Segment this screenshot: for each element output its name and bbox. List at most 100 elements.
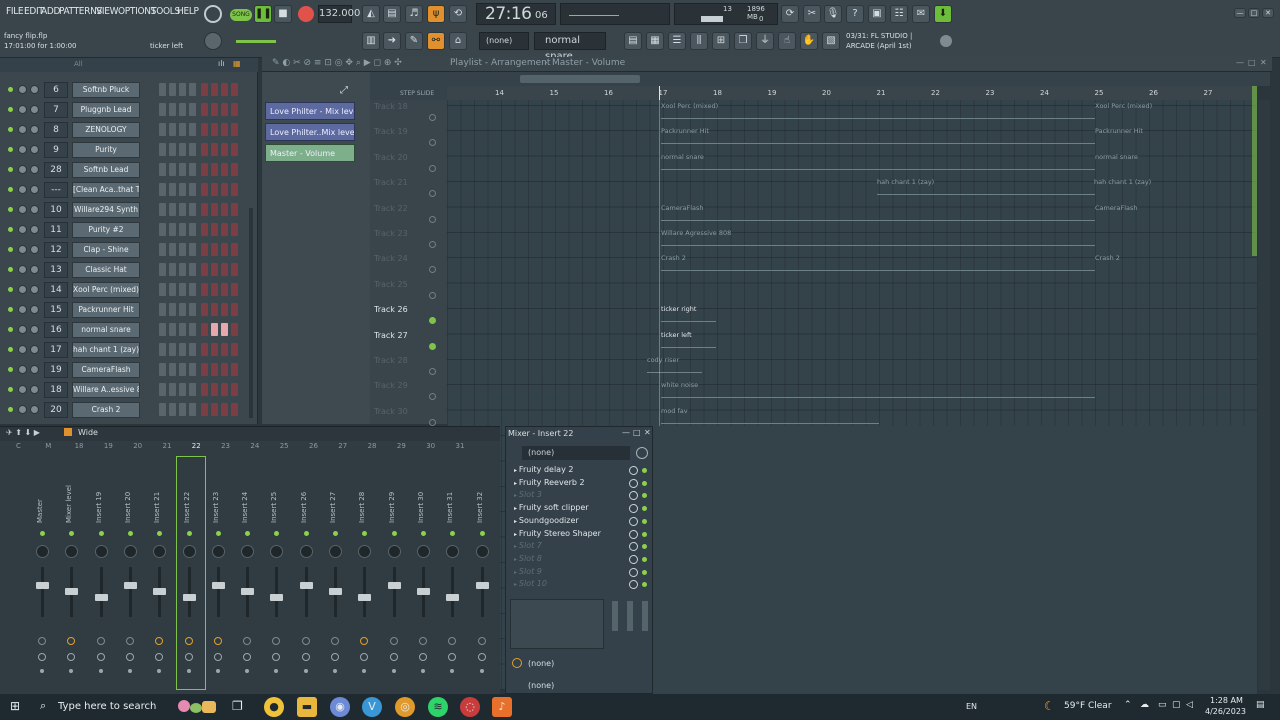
picker-item-3[interactable]: Master - Volume [265, 144, 355, 162]
sample-selector[interactable]: normal snare [534, 32, 606, 62]
effect-enable-led[interactable] [642, 544, 647, 550]
clock-date[interactable]: 4/26/2023 [1205, 707, 1246, 716]
channel-mixer-track[interactable]: 15 [44, 302, 68, 318]
effect-enable-led[interactable] [642, 506, 647, 512]
volume-icon[interactable]: ◁ [1186, 700, 1193, 710]
step-button[interactable] [179, 343, 186, 356]
channel-name-button[interactable]: Purity [72, 142, 140, 158]
graph-icon[interactable]: ılı [218, 59, 225, 68]
channel-pan-knob[interactable] [18, 225, 27, 234]
track-name[interactable]: Track 19 [374, 127, 408, 136]
step-button[interactable] [201, 203, 208, 216]
mixer-orange-toggle[interactable] [64, 428, 72, 436]
effect-enable-led[interactable] [642, 468, 647, 473]
insert-input-icon[interactable] [636, 447, 648, 459]
mixer-mute-led[interactable] [40, 531, 45, 536]
playlist-clip[interactable]: Xool Perc (mixed) [1095, 102, 1152, 110]
mixer-strip[interactable]: Insert 21 [147, 457, 175, 689]
mixer-mute-led[interactable] [127, 531, 133, 536]
mixer-pan-knob[interactable] [416, 545, 430, 558]
playlist-minimize-icon[interactable]: — [1236, 58, 1244, 67]
step-button[interactable] [221, 163, 228, 176]
channel-name-button[interactable]: Pluggnb Lead [72, 102, 140, 118]
mixer-strip[interactable]: Insert 25 [264, 457, 292, 689]
step-button[interactable] [179, 403, 186, 416]
mixer-track-number[interactable]: 29 [397, 442, 406, 450]
insert-output-2[interactable]: (none) [528, 681, 554, 690]
mixer-strip[interactable]: Insert 30 [411, 457, 439, 689]
channel-name-button[interactable]: CameraFlash [72, 362, 140, 378]
mixer-track-number[interactable]: 21 [163, 442, 172, 450]
step-button[interactable] [211, 83, 218, 96]
mixer-fader[interactable] [182, 594, 196, 601]
track-name[interactable]: Track 20 [374, 153, 408, 162]
effect-slot[interactable]: ▸ Slot 8 [514, 554, 647, 566]
step-button[interactable] [221, 383, 228, 396]
channel-name-button[interactable]: ZENOLOGY [72, 122, 140, 138]
channel-volume-knob[interactable] [30, 405, 39, 414]
track-mute-led[interactable] [429, 215, 436, 223]
mixer-preset[interactable]: Wide [78, 428, 98, 437]
mixer-track-number[interactable]: 28 [368, 442, 377, 450]
channel-mixer-track[interactable]: 6 [44, 82, 68, 98]
mixer-strip[interactable]: Master [30, 457, 58, 689]
channel-name-button[interactable]: Purity #2 [72, 222, 140, 238]
effect-slot[interactable]: ▸ Fruity delay 2 [514, 465, 647, 477]
insert-fader-2[interactable] [627, 601, 633, 631]
step-button[interactable] [179, 103, 186, 116]
step-button[interactable] [189, 183, 196, 196]
step-button[interactable] [231, 183, 238, 196]
effect-slot[interactable]: ▸ Slot 3 [514, 490, 647, 502]
mixer-mute-led[interactable] [479, 531, 485, 536]
link-icon[interactable]: ⚯ [427, 32, 445, 50]
track-mute-led[interactable] [429, 393, 436, 401]
mixer-strip[interactable]: Insert 29 [382, 457, 410, 689]
network-icon[interactable]: ▭ [1158, 700, 1167, 710]
mixer-strip[interactable]: Mixer level [59, 457, 87, 689]
mixer-mute-led[interactable] [391, 531, 397, 536]
arrow-icon[interactable]: ➜ [383, 32, 401, 50]
channel-mute-led[interactable] [8, 347, 13, 352]
pattern-link-icon[interactable]: ⤢ [340, 85, 348, 96]
channel-pan-knob[interactable] [18, 145, 27, 154]
step-button[interactable] [211, 183, 218, 196]
channel-volume-knob[interactable] [30, 365, 39, 374]
display-icon[interactable]: ▢ [1172, 700, 1181, 710]
picker-item-2[interactable]: Love Philter..Mix level #2 [265, 123, 355, 141]
language-indicator[interactable]: EN [966, 702, 977, 711]
channel-volume-knob[interactable] [30, 345, 39, 354]
step-button[interactable] [221, 123, 228, 136]
mixer-pan-knob[interactable] [153, 545, 167, 558]
playlist-clip[interactable]: CameraFlash [1095, 204, 1138, 212]
channel-volume-knob[interactable] [30, 205, 39, 214]
channel-row[interactable]: 18Willare A..essive 808 [0, 380, 258, 400]
mixer-route-icon[interactable] [184, 653, 193, 661]
step-button[interactable] [221, 103, 228, 116]
track-mute-led[interactable] [429, 342, 436, 350]
step-button[interactable] [159, 303, 166, 316]
mixer-route-icon[interactable] [155, 653, 164, 661]
channel-mixer-track[interactable]: 12 [44, 242, 68, 258]
step-button[interactable] [189, 363, 196, 376]
channel-pan-knob[interactable] [18, 285, 27, 294]
mixer-pan-knob[interactable] [241, 545, 255, 558]
channel-pan-knob[interactable] [18, 205, 27, 214]
step-button[interactable] [231, 323, 238, 336]
mixer-fader[interactable] [329, 588, 342, 595]
mixer-send-icon[interactable] [360, 637, 369, 645]
mixer-track-number[interactable]: 18 [75, 442, 84, 450]
mixer-route-icon[interactable] [360, 653, 369, 661]
step-button[interactable] [211, 343, 218, 356]
step-button[interactable] [201, 143, 208, 156]
channel-mute-led[interactable] [8, 127, 13, 132]
plug-icon[interactable]: ⏚ [756, 32, 774, 50]
timeline-ruler[interactable]: 14 15 16 17 18 19 20 21 22 23 24 25 26 27 [447, 86, 1257, 100]
step-button[interactable] [159, 103, 166, 116]
channel-volume-knob[interactable] [30, 85, 39, 94]
channel-mixer-track[interactable]: 19 [44, 362, 68, 378]
file-explorer-icon[interactable]: ▬ [297, 697, 317, 717]
mixer-mute-led[interactable] [333, 531, 338, 536]
channel-mixer-track[interactable]: 10 [44, 202, 68, 218]
step-button[interactable] [211, 223, 218, 236]
microphone-icon[interactable]: 🎙 [824, 5, 842, 23]
